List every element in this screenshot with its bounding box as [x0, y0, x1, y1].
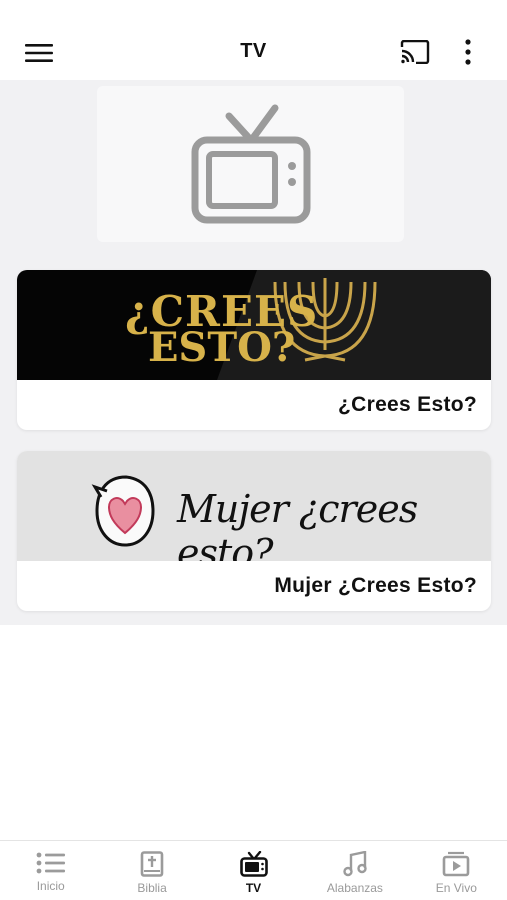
tv-content: ¿CREES ESTO? ¿Crees Esto? Mujer ¿crees e… — [0, 80, 507, 625]
cast-icon — [400, 40, 430, 64]
live-play-icon — [443, 851, 470, 877]
more-options-button[interactable] — [452, 36, 484, 68]
program-card-crees-esto[interactable]: ¿CREES ESTO? ¿Crees Esto? — [17, 270, 491, 430]
tv-placeholder-icon — [191, 104, 310, 224]
tv-icon — [239, 851, 268, 877]
nav-label: Biblia — [137, 881, 167, 895]
nav-label: Inicio — [36, 879, 65, 893]
program-card-mujer-crees-esto[interactable]: Mujer ¿crees esto? Mujer ¿Crees Esto? — [17, 451, 491, 611]
bottom-navigation: Inicio Biblia TV Alabanzas En Vivo — [0, 840, 507, 900]
nav-item-inicio[interactable]: Inicio — [0, 841, 101, 900]
heart-speech-bubble-icon — [91, 475, 155, 547]
music-note-icon — [343, 851, 367, 877]
program-title: Mujer ¿Crees Esto? — [274, 574, 477, 597]
list-icon — [36, 852, 65, 874]
mujer-crees-esto-logo: Mujer ¿crees esto? — [177, 487, 418, 561]
nav-item-en-vivo[interactable]: En Vivo — [406, 841, 507, 900]
tv-hero-banner — [97, 86, 404, 242]
more-vert-icon — [465, 39, 471, 65]
status-bar — [0, 0, 507, 24]
hamburger-icon — [25, 44, 53, 62]
nav-item-tv[interactable]: TV — [203, 841, 304, 900]
program-thumbnail: Mujer ¿crees esto? — [17, 451, 491, 561]
cast-button[interactable] — [396, 36, 434, 68]
bible-icon — [140, 851, 164, 877]
program-thumbnail: ¿CREES ESTO? — [17, 270, 491, 380]
nav-label: En Vivo — [435, 881, 477, 895]
nav-label: TV — [245, 881, 262, 895]
nav-item-biblia[interactable]: Biblia — [101, 841, 202, 900]
nav-item-alabanzas[interactable]: Alabanzas — [304, 841, 405, 900]
program-title: ¿Crees Esto? — [338, 393, 477, 416]
nav-label: Alabanzas — [326, 881, 383, 895]
crees-esto-logo: ¿CREES ESTO? — [125, 287, 319, 371]
menu-button[interactable] — [18, 38, 60, 68]
app-bar: TV — [0, 24, 507, 80]
